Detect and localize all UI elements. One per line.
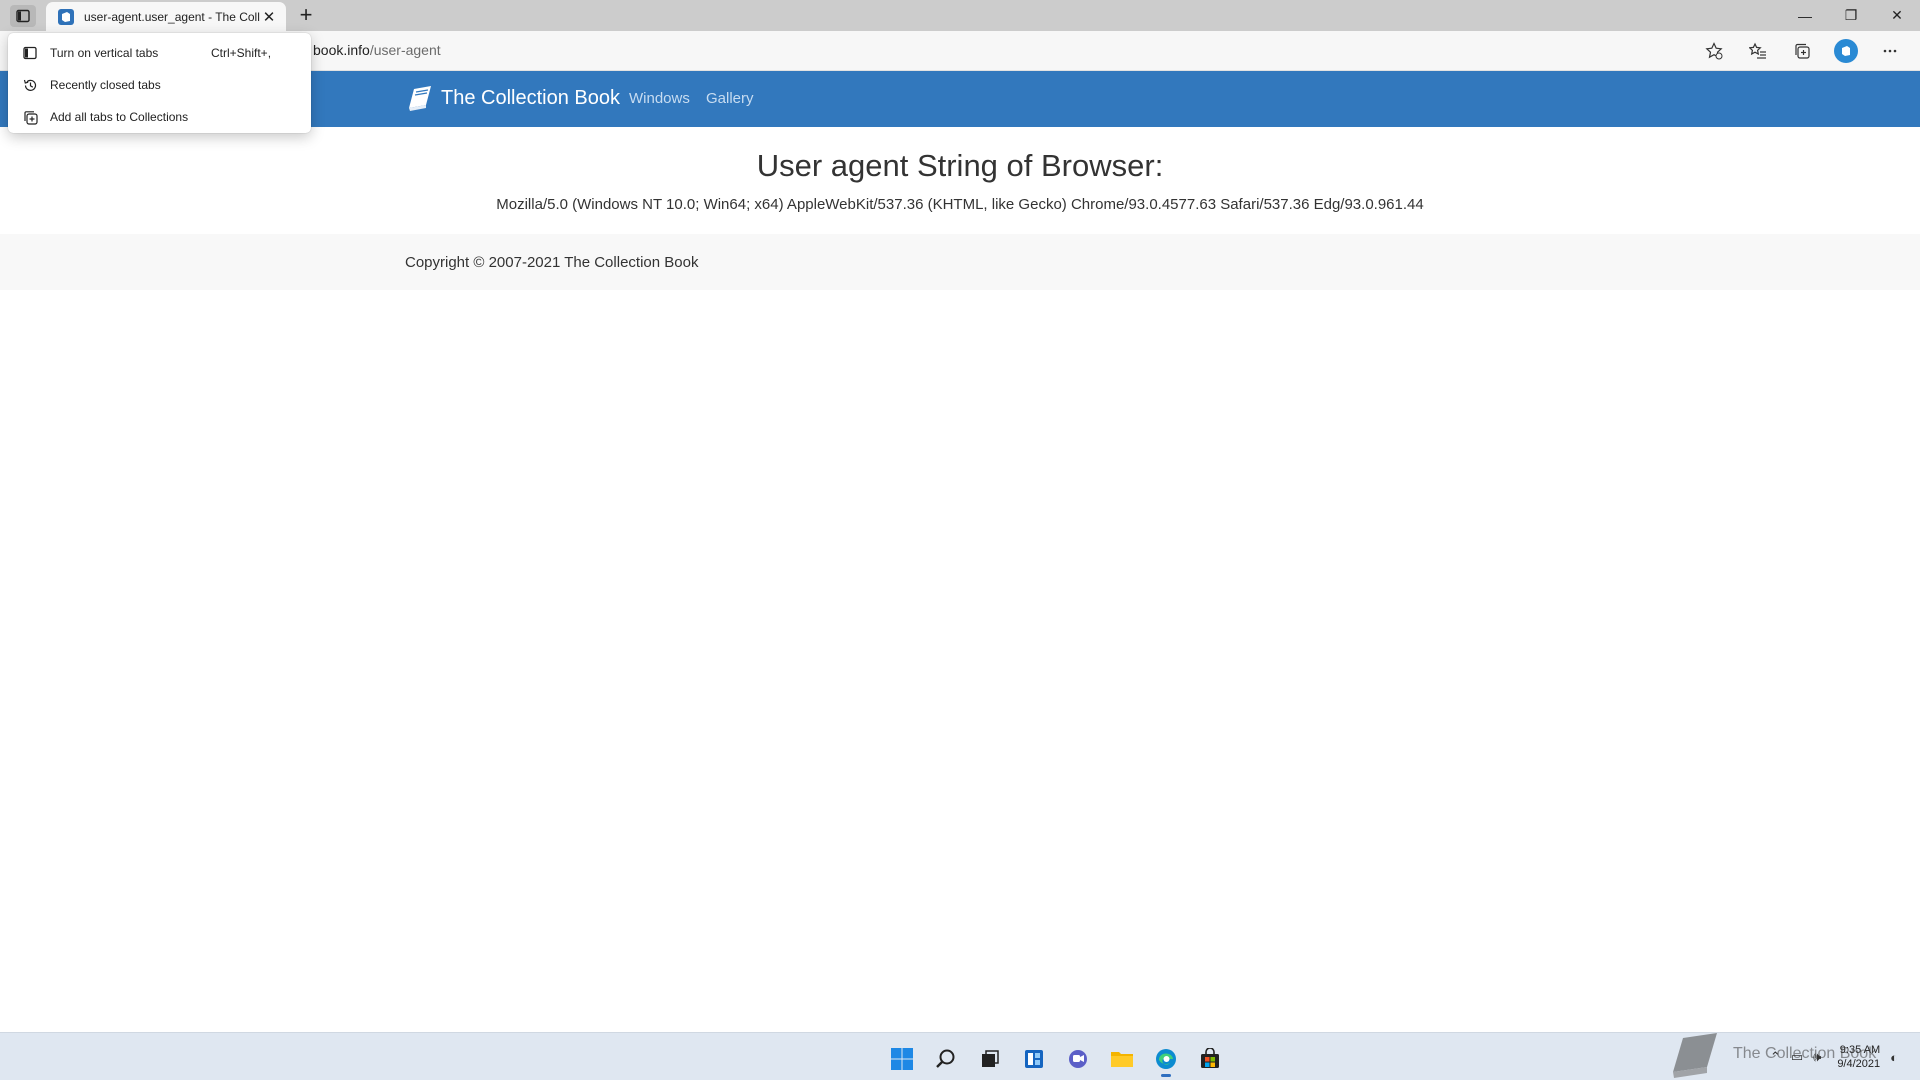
edge-browser-button[interactable] bbox=[1144, 1041, 1188, 1077]
page-footer: Copyright © 2007-2021 The Collection Boo… bbox=[0, 234, 1920, 290]
nav-link-windows[interactable]: Windows bbox=[629, 90, 690, 107]
taskbar-search-button[interactable] bbox=[924, 1041, 968, 1077]
menu-item-label: Recently closed tabs bbox=[50, 78, 161, 92]
tab-actions-menu-button[interactable] bbox=[10, 5, 36, 27]
restore-button[interactable]: ❐ bbox=[1828, 0, 1874, 31]
site-favicon-icon bbox=[58, 8, 74, 25]
widgets-icon bbox=[1025, 1050, 1043, 1068]
settings-more-icon[interactable] bbox=[1868, 35, 1912, 67]
teams-chat-button[interactable] bbox=[1056, 1041, 1100, 1077]
new-tab-button[interactable]: + bbox=[294, 4, 318, 28]
site-brand-name: The Collection Book bbox=[441, 86, 620, 109]
menu-item-vertical-tabs[interactable]: Turn on vertical tabs Ctrl+Shift+, bbox=[8, 37, 311, 69]
tab-close-icon[interactable]: ✕ bbox=[260, 8, 278, 26]
task-view-button[interactable] bbox=[968, 1041, 1012, 1077]
profile-icon bbox=[1834, 39, 1858, 63]
collections-icon[interactable] bbox=[1780, 35, 1824, 67]
tab-actions-icon bbox=[16, 9, 30, 23]
tab-strip: user-agent.user_agent - The Coll ✕ + — ❐… bbox=[0, 0, 1920, 31]
vertical-tabs-icon bbox=[22, 45, 38, 61]
book-logo-icon bbox=[409, 86, 431, 111]
menu-item-label: Add all tabs to Collections bbox=[50, 110, 189, 124]
collections-icon bbox=[22, 109, 38, 125]
widgets-button[interactable] bbox=[1012, 1041, 1056, 1077]
favorites-icon[interactable] bbox=[1736, 35, 1780, 67]
browser-tab[interactable]: user-agent.user_agent - The Coll ✕ bbox=[46, 2, 286, 31]
menu-item-add-to-collections[interactable]: Add all tabs to Collections bbox=[8, 101, 311, 133]
menu-item-shortcut: Ctrl+Shift+, bbox=[211, 46, 272, 60]
history-icon bbox=[22, 77, 38, 93]
minimize-button[interactable]: — bbox=[1782, 0, 1828, 31]
search-icon bbox=[936, 1049, 955, 1068]
toolbar-icons bbox=[1692, 35, 1912, 67]
tab-title: user-agent.user_agent - The Coll bbox=[84, 9, 260, 24]
url-path: /user-agent bbox=[369, 42, 441, 58]
edge-icon bbox=[1156, 1049, 1176, 1069]
microsoft-store-button[interactable] bbox=[1188, 1041, 1232, 1077]
copyright-text: Copyright © 2007-2021 The Collection Boo… bbox=[405, 254, 699, 271]
site-brand-link[interactable]: The Collection Book bbox=[405, 84, 620, 112]
window-controls: — ❐ ✕ bbox=[1782, 0, 1920, 31]
menu-item-label: Turn on vertical tabs bbox=[50, 46, 159, 60]
user-agent-string: Mozilla/5.0 (Windows NT 10.0; Win64; x64… bbox=[496, 196, 1424, 213]
taskbar-apps bbox=[880, 1041, 1232, 1077]
windows-logo-icon bbox=[891, 1048, 913, 1070]
watermark-text: The Collection Book bbox=[1733, 1045, 1877, 1062]
watermark-book-logo bbox=[1673, 1033, 1717, 1078]
start-button[interactable] bbox=[880, 1041, 924, 1077]
url-host: book.info bbox=[313, 42, 370, 58]
close-window-button[interactable]: ✕ bbox=[1874, 0, 1920, 31]
nav-link-gallery[interactable]: Gallery bbox=[706, 90, 754, 107]
profile-avatar[interactable] bbox=[1824, 35, 1868, 67]
file-explorer-button[interactable] bbox=[1100, 1041, 1144, 1077]
tab-actions-menu: Turn on vertical tabs Ctrl+Shift+, Recen… bbox=[8, 33, 311, 133]
task-view-icon bbox=[982, 1050, 999, 1067]
notifications-icon[interactable]: ◐ bbox=[1890, 1050, 1898, 1065]
chat-icon bbox=[1069, 1050, 1087, 1068]
menu-item-recently-closed[interactable]: Recently closed tabs bbox=[8, 69, 311, 101]
add-favorite-icon[interactable] bbox=[1692, 35, 1736, 67]
address-bar[interactable]: book.info/user-agent bbox=[313, 42, 441, 58]
folder-icon bbox=[1111, 1052, 1133, 1067]
store-icon bbox=[1201, 1048, 1219, 1068]
page-title: User agent String of Browser: bbox=[756, 148, 1164, 183]
windows-taskbar: ⌃ ▭ 🕪 9:35 AM 9/4/2021 ◐ bbox=[0, 1032, 1920, 1080]
